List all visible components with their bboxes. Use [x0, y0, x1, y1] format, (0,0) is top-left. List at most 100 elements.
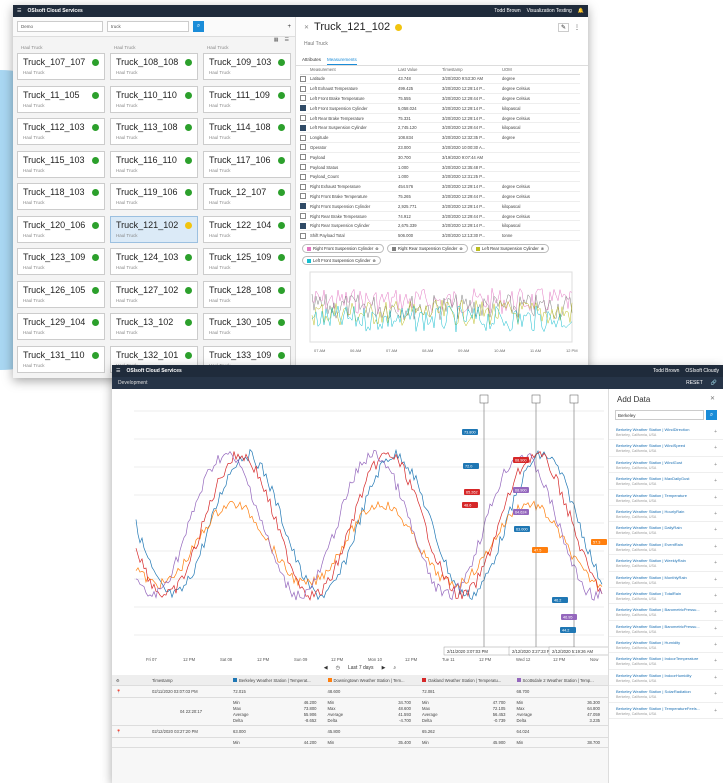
- checkbox[interactable]: [300, 154, 306, 161]
- table-row[interactable]: Right Front Brake Temperature 75.265 3/20/…: [300, 191, 580, 202]
- link-icon[interactable]: 🔗: [711, 380, 717, 386]
- search-icon[interactable]: ⌕: [706, 410, 717, 420]
- add-icon[interactable]: +: [714, 626, 717, 632]
- data-stream-item[interactable]: Berkeley Weather Station | EventRain Berk…: [609, 539, 723, 556]
- asset-card[interactable]: Truck_120_106 Haul Truck: [17, 215, 105, 243]
- asset-card[interactable]: Truck_12_107 Haul Truck: [203, 183, 291, 210]
- checkbox[interactable]: [300, 134, 306, 141]
- close-icon[interactable]: ✕: [710, 395, 715, 404]
- data-stream-item[interactable]: Berkeley Weather Station | DailyRain Berk…: [609, 522, 723, 539]
- table-row[interactable]: Payload_Count 1.000 3/20/2020 12:31:25 P..…: [300, 171, 580, 183]
- data-stream-item[interactable]: Berkeley Weather Station | WeeklyRain Ber…: [609, 555, 723, 572]
- table-row[interactable]: Left Front Brake Temperature 75.555 3/20/2…: [300, 93, 580, 104]
- asset-card[interactable]: Truck_121_102 Haul Truck: [110, 215, 198, 243]
- table-row[interactable]: Latitude 43.748 3/20/2020 9:53:30 AM degree: [300, 74, 580, 85]
- asset-card[interactable]: Truck_107_107 Haul Truck: [17, 53, 105, 80]
- add-icon[interactable]: +: [714, 691, 717, 697]
- table-row[interactable]: 📍 02/12/2020 03:27:20 PM 63.000 45.800 6…: [112, 726, 608, 738]
- asset-card[interactable]: Truck_112_103 Haul Truck: [17, 118, 105, 145]
- checkbox[interactable]: [300, 222, 306, 229]
- checkbox[interactable]: [300, 164, 306, 171]
- table-row[interactable]: Right Exhaust Temperature 454.576 3/20/202…: [300, 181, 580, 193]
- tab-measurements[interactable]: Measurements: [327, 55, 357, 65]
- series-chip[interactable]: Left Front Suspension Cylinder ⊗: [302, 256, 382, 266]
- cursor-close-icon[interactable]: [531, 394, 541, 404]
- asset-card[interactable]: Truck_125_109 Haul Truck: [203, 248, 291, 275]
- remove-icon[interactable]: ⊗: [373, 258, 377, 263]
- series-chip[interactable]: Left Rear Suspension Cylinder ⊗: [470, 244, 550, 254]
- data-stream-item[interactable]: Berkeley Weather Station | BarometricPre…: [609, 621, 723, 638]
- data-stream-item[interactable]: Berkeley Weather Station | Humidity Berke…: [609, 637, 723, 654]
- cursor-close-icon[interactable]: [569, 394, 579, 404]
- asset-card[interactable]: Truck_126_105 Haul Truck: [17, 280, 105, 308]
- asset-card[interactable]: Truck_124_103 Haul Truck: [110, 248, 198, 275]
- table-row[interactable]: Left Exhaust Temperature 499.425 3/20/2020…: [300, 83, 580, 95]
- add-icon[interactable]: +: [714, 527, 717, 533]
- add-icon[interactable]: +: [714, 462, 717, 468]
- bell-icon[interactable]: 🔔: [578, 8, 584, 14]
- asset-card[interactable]: Truck_122_104 Haul Truck: [203, 215, 291, 243]
- asset-card[interactable]: Truck_111_109 Haul Truck: [203, 85, 291, 113]
- add-icon[interactable]: +: [714, 445, 717, 451]
- remove-icon[interactable]: ⊗: [541, 246, 545, 251]
- asset-card[interactable]: Truck_113_108 Haul Truck: [110, 118, 198, 145]
- add-icon[interactable]: +: [714, 478, 717, 484]
- asset-card[interactable]: Truck_116_110 Haul Truck: [110, 150, 198, 178]
- table-row[interactable]: Payload Status 1.000 3/20/2020 12:35:48 P.…: [300, 162, 580, 173]
- menu-icon[interactable]: ☰: [17, 8, 21, 14]
- breadcrumb-development[interactable]: Development: [118, 380, 147, 386]
- data-stream-item[interactable]: Berkeley Weather Station | TemperatureFe…: [609, 703, 723, 720]
- asset-card[interactable]: Truck_130_105 Haul Truck: [203, 313, 291, 340]
- add-icon[interactable]: +: [287, 24, 291, 30]
- add-icon[interactable]: +: [714, 642, 717, 648]
- data-stream-item[interactable]: Berkeley Weather Station | IndoorHumidit…: [609, 670, 723, 687]
- checkbox[interactable]: [300, 213, 306, 220]
- remove-icon[interactable]: ⊗: [375, 246, 379, 251]
- asset-card[interactable]: Truck_110_110 Haul Truck: [110, 85, 198, 113]
- add-icon[interactable]: +: [714, 658, 717, 664]
- series-chip[interactable]: Right Rear Suspension Cylinder ⊗: [386, 244, 468, 254]
- asset-card[interactable]: Truck_109_103 Haul Truck: [203, 53, 291, 80]
- asset-card[interactable]: Truck_128_108 Haul Truck: [203, 280, 291, 308]
- data-stream-item[interactable]: Berkeley Weather Station | BarometricPre…: [609, 604, 723, 621]
- close-icon[interactable]: ✕: [304, 24, 309, 31]
- add-icon[interactable]: +: [714, 593, 717, 599]
- reset-button[interactable]: RESET: [686, 380, 703, 386]
- checkbox[interactable]: [300, 124, 306, 131]
- pin-icon[interactable]: 📍: [112, 689, 152, 695]
- data-stream-item[interactable]: Berkeley Weather Station | WindDirection…: [609, 424, 723, 441]
- checkbox[interactable]: [300, 232, 306, 239]
- data-search-input[interactable]: Berkeley: [615, 410, 704, 420]
- asset-card[interactable]: Truck_11_105 Haul Truck: [17, 85, 105, 113]
- table-row[interactable]: Longitude 108.834 3/20/2020 12:32:35 P... d…: [300, 132, 580, 144]
- checkbox[interactable]: [300, 193, 306, 200]
- asset-card[interactable]: Truck_123_109 Haul Truck: [17, 248, 105, 275]
- next-icon[interactable]: ▶: [382, 665, 386, 671]
- asset-card[interactable]: Truck_131_110 Haul Truck: [17, 345, 105, 373]
- data-stream-item[interactable]: Berkeley Weather Station | TotalRain Berk…: [609, 588, 723, 605]
- asset-card[interactable]: Truck_129_104 Haul Truck: [17, 313, 105, 340]
- data-stream-item[interactable]: Berkeley Weather Station | MaxDailyGust B…: [609, 473, 723, 490]
- checkbox[interactable]: [300, 144, 306, 151]
- search-icon[interactable]: ⌕: [193, 21, 204, 32]
- table-row[interactable]: Shift Payload Total 506.000 3/20/2020 12:1…: [300, 230, 580, 242]
- add-icon[interactable]: +: [714, 708, 717, 714]
- asset-card[interactable]: Truck_114_108 Haul Truck: [203, 118, 291, 145]
- checkbox[interactable]: [300, 173, 306, 180]
- add-icon[interactable]: +: [714, 675, 717, 681]
- grid-view-icon[interactable]: ▦: [274, 37, 279, 45]
- table-row[interactable]: Operator 23.000 3/20/2020 10:00:30 A...: [300, 142, 580, 153]
- add-icon[interactable]: +: [714, 511, 717, 517]
- add-icon[interactable]: +: [714, 429, 717, 435]
- user-name[interactable]: Todd Brown: [494, 8, 520, 14]
- add-icon[interactable]: +: [714, 560, 717, 566]
- add-icon[interactable]: +: [714, 577, 717, 583]
- search-input[interactable]: truck: [107, 21, 189, 32]
- prev-icon[interactable]: ◀: [324, 665, 328, 671]
- namespace-select[interactable]: Demo: [17, 21, 103, 32]
- table-row[interactable]: Right Rear Suspension Cylinder 2,675.339 3…: [300, 220, 580, 232]
- checkbox[interactable]: [300, 183, 306, 190]
- asset-card[interactable]: Truck_127_102 Haul Truck: [110, 280, 198, 308]
- data-stream-item[interactable]: Berkeley Weather Station | IndoorTempera…: [609, 653, 723, 670]
- table-row[interactable]: Payload 30.700 3/19/2020 9:07:44 AM: [300, 152, 580, 163]
